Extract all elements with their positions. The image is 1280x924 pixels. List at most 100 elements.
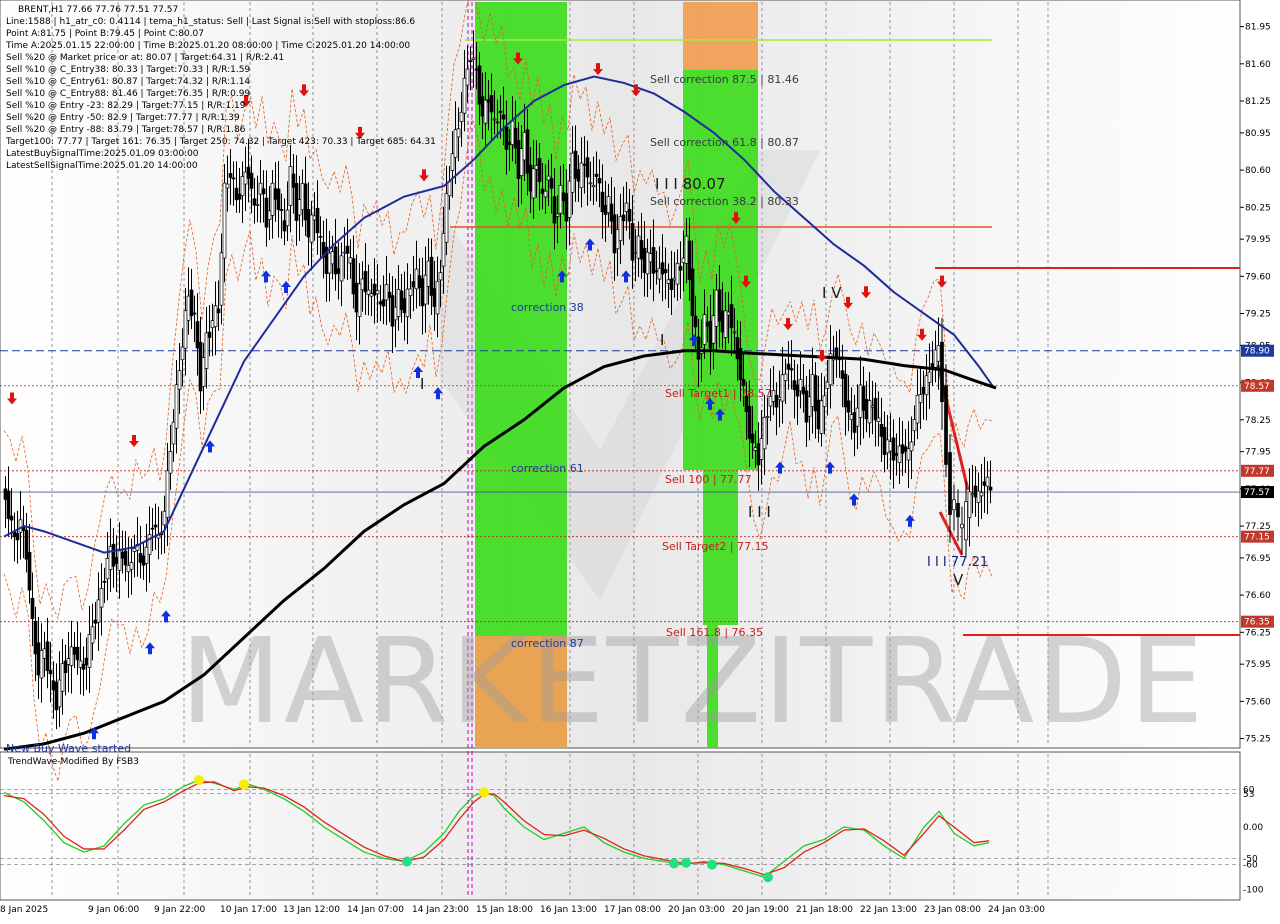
new-wave-label: New Buy Wave started: [6, 742, 131, 755]
candle-body: [861, 386, 866, 411]
oscillator-panel-bg: [0, 751, 1241, 901]
candle-body: [180, 346, 185, 361]
candle-body: [501, 114, 506, 120]
candle-body: [549, 178, 554, 189]
info-line-5: Sell %10 @ C_Entry61: 80.87 | Target:74.…: [6, 77, 250, 87]
price-badge-label: 76.35: [1244, 618, 1270, 628]
candle-body: [333, 246, 338, 275]
candle-body: [405, 288, 410, 318]
info-line-10: Target100: 77.77 | Target 161: 76.35 | T…: [5, 137, 436, 147]
candle-body: [666, 279, 671, 284]
candle-body: [843, 373, 848, 408]
candle-body: [426, 260, 431, 287]
candle-body: [258, 182, 263, 195]
price-tick-label: 75.95: [1245, 660, 1271, 670]
candle-body: [940, 341, 944, 403]
candle-body: [522, 132, 527, 161]
candle-body: [447, 181, 452, 197]
candle-body: [690, 268, 695, 316]
candle-body: [237, 193, 242, 200]
candle-body: [75, 646, 80, 661]
candle-body: [219, 252, 224, 306]
candle-body: [528, 164, 533, 192]
candle-body: [489, 95, 494, 113]
candle-body: [327, 252, 332, 274]
candle-body: [624, 202, 629, 212]
candle-body: [801, 386, 806, 395]
candle-body: [435, 280, 440, 315]
candle-body: [87, 634, 92, 668]
candle-body: [894, 452, 899, 456]
candle-body: [858, 384, 863, 418]
sell-correction-618-label: Sell correction 61.8 | 80.87: [650, 136, 799, 149]
candle-body: [567, 180, 572, 218]
candle-body: [285, 209, 290, 227]
candle-body: [669, 278, 674, 291]
candle-body: [585, 157, 590, 178]
candle-body: [399, 290, 404, 310]
candle-body: [459, 111, 464, 122]
candle-body: [480, 96, 485, 117]
candle-body: [294, 183, 299, 221]
candle-body: [657, 267, 662, 280]
candle-body: [678, 266, 683, 271]
candle-body: [210, 320, 215, 328]
candle-body: [414, 268, 419, 290]
candle-body: [956, 503, 960, 518]
candle-body: [720, 310, 725, 333]
oscillator-title: TrendWave-Modified By FSB3: [7, 757, 139, 767]
candle-body: [985, 476, 990, 487]
candle-body: [372, 283, 377, 296]
candle-body: [264, 197, 269, 228]
candle-body: [171, 421, 176, 445]
chart-canvas[interactable]: MARKETZITRADE BRENT,H1 77.66 77.76 77.51…: [0, 0, 1280, 920]
candle-body: [810, 374, 815, 407]
time-tick-label: 17 Jan 08:00: [604, 905, 661, 915]
candle-body: [231, 177, 236, 180]
candle-body: [504, 126, 509, 150]
candle-body: [150, 527, 155, 530]
candle-body: [759, 438, 764, 460]
time-tick-label: 21 Jan 18:00: [796, 905, 853, 915]
wave-iii-value-label: I I I 77.21: [927, 555, 988, 570]
price-tick-label: 77.95: [1245, 448, 1271, 458]
price-tick-label: 79.25: [1245, 310, 1271, 320]
candle-body: [609, 203, 614, 222]
candle-body: [516, 139, 521, 179]
candle-body: [288, 166, 293, 206]
zone-orange-1-top: [683, 2, 758, 70]
candle-body: [117, 550, 122, 571]
candle-body: [351, 258, 356, 295]
candle-body: [906, 448, 911, 461]
info-line-8: Sell %20 @ Entry -50: 82.9 | Target:77.7…: [6, 113, 240, 123]
info-line-4: Sell %10 @ C_Entry38: 80.33 | Target:70.…: [6, 65, 250, 75]
candle-body: [564, 193, 569, 222]
price-badge-label: 77.77: [1244, 467, 1270, 477]
candle-body: [297, 199, 302, 216]
candle-body: [627, 209, 632, 222]
candle-body: [216, 308, 221, 314]
candle-body: [687, 240, 692, 281]
candle-body: [747, 406, 752, 439]
candle-body: [345, 245, 350, 254]
candle-body: [384, 284, 389, 301]
candle-body: [846, 400, 851, 413]
trading-chart[interactable]: MARKETZITRADE BRENT,H1 77.66 77.76 77.51…: [0, 0, 1280, 920]
candle-body: [762, 416, 767, 450]
candle-body: [555, 213, 560, 217]
candle-body: [561, 192, 566, 201]
candle-body: [702, 314, 707, 345]
candle-body: [408, 288, 413, 296]
candle-body: [486, 99, 491, 103]
candle-body: [54, 681, 59, 711]
candle-body: [579, 162, 584, 189]
time-tick-label: 14 Jan 23:00: [412, 905, 469, 915]
candle-body: [735, 336, 740, 360]
wave-v-label: V: [953, 571, 964, 589]
sell-1618-label: Sell 161.8 | 76.35: [666, 626, 763, 639]
candle-body: [771, 389, 776, 402]
candle-body: [696, 336, 701, 360]
candle-body: [186, 295, 191, 321]
candle-body: [897, 445, 902, 463]
candle-body: [366, 289, 371, 295]
